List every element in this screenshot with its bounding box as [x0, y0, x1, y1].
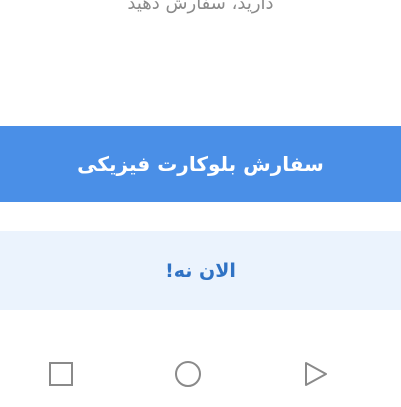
not-now-button[interactable]: الان نه! — [0, 231, 401, 310]
home-button[interactable] — [174, 360, 202, 388]
screen: دارید، سفارش دهید سفارش بلوکارت فیزیکی ا… — [0, 0, 401, 407]
system-navigation-bar — [0, 340, 401, 407]
back-button[interactable] — [302, 360, 330, 388]
circle-icon — [175, 361, 201, 387]
order-physical-card-button[interactable]: سفارش بلوکارت فیزیکی — [0, 126, 401, 202]
order-physical-card-label: سفارش بلوکارت فیزیکی — [77, 152, 324, 176]
not-now-label: الان نه! — [165, 259, 236, 282]
dialog-description-text: دارید، سفارش دهید — [127, 0, 274, 14]
square-icon — [49, 362, 73, 386]
triangle-icon — [305, 362, 327, 386]
recents-button[interactable] — [47, 360, 75, 388]
